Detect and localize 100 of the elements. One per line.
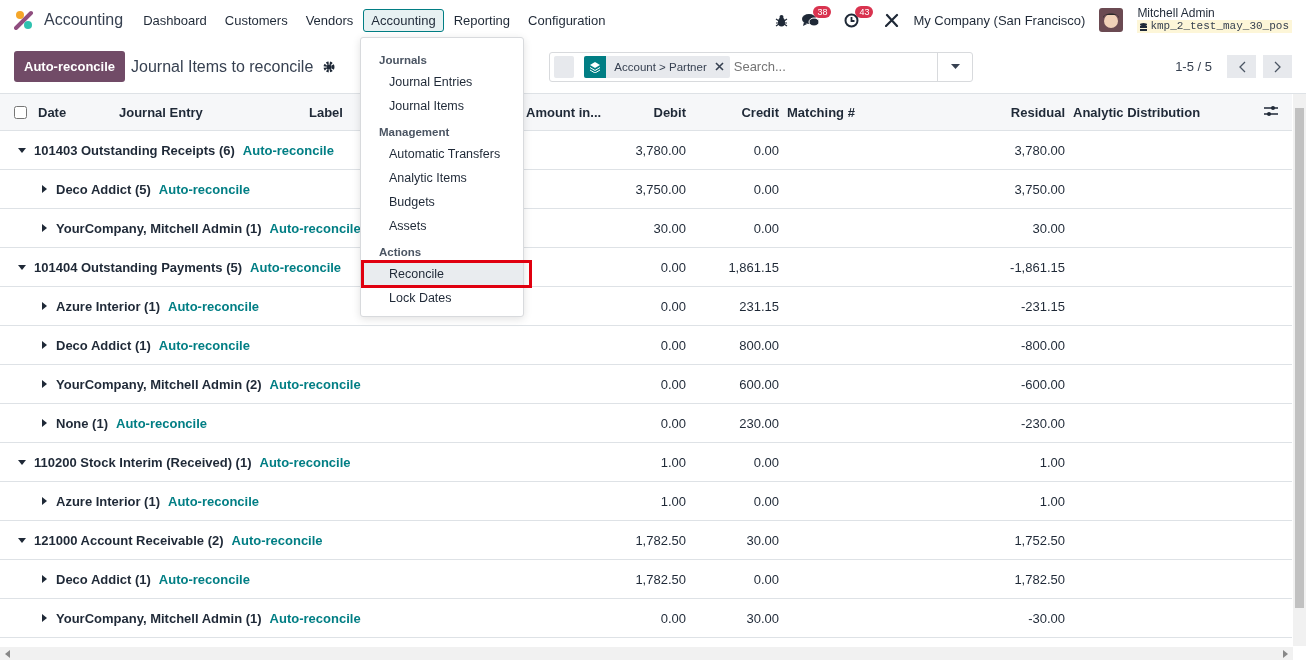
column-header[interactable]: Residual: [979, 104, 1069, 120]
gear-icon[interactable]: [323, 60, 336, 73]
activity-count-badge: 43: [855, 5, 874, 18]
menu-item[interactable]: Journal Entries: [361, 70, 523, 94]
nav-menu-item[interactable]: Reporting: [445, 8, 519, 32]
table-cell-text: 1.00: [1038, 454, 1066, 470]
nav-menu-item[interactable]: Vendors: [297, 8, 362, 32]
group-name[interactable]: None (1): [56, 415, 108, 431]
menu-item[interactable]: Budgets: [361, 190, 523, 214]
menu-item[interactable]: Assets: [361, 214, 523, 238]
table-cell-text: 1.00: [1038, 493, 1066, 509]
group-name[interactable]: Azure Interior (1): [56, 493, 160, 509]
auto-reconcile-link[interactable]: Auto-reconcile: [269, 376, 361, 392]
group-name[interactable]: Deco Addict (5): [56, 181, 151, 197]
chevron-left-icon: [1237, 60, 1246, 73]
group-name[interactable]: 101403 Outstanding Receipts (6): [34, 142, 235, 158]
group-name[interactable]: 101404 Outstanding Payments (5): [34, 259, 243, 275]
nav-menu-item[interactable]: Dashboard: [135, 8, 215, 32]
auto-reconcile-button[interactable]: Auto-reconcile: [14, 51, 125, 82]
table-cell-text: 0.00: [752, 571, 780, 587]
select-all-checkbox[interactable]: [14, 105, 27, 119]
caret-down-icon: [18, 536, 26, 544]
table-cell-text: 0.00: [659, 376, 687, 392]
bug-icon[interactable]: [775, 13, 789, 27]
column-header[interactable]: Credit: [690, 104, 783, 120]
caret-right-icon: [40, 497, 48, 505]
table-cell-text: 0.00: [752, 454, 780, 470]
user-name[interactable]: Mitchell Admin: [1137, 7, 1292, 20]
auto-reconcile-link[interactable]: Auto-reconcile: [168, 298, 260, 314]
app-logo-icon[interactable]: [14, 10, 34, 30]
column-header[interactable]: Date: [34, 104, 115, 120]
auto-reconcile-link[interactable]: Auto-reconcile: [116, 415, 207, 431]
menu-item[interactable]: Analytic Items: [361, 166, 523, 190]
database-name: kmp_2_test_may_30_pos: [1137, 20, 1292, 33]
group-name[interactable]: YourCompany, Mitchell Admin (1): [56, 610, 262, 626]
auto-reconcile-link[interactable]: Auto-reconcile: [269, 610, 361, 626]
group-by-facet[interactable]: Account > Partner: [584, 55, 730, 78]
caret-right-icon: [40, 575, 48, 583]
group-name[interactable]: Deco Addict (1): [56, 571, 151, 587]
pager-value[interactable]: 1-5 / 5: [1175, 59, 1212, 74]
scroll-left-icon[interactable]: [4, 650, 12, 658]
table-cell-text: 230.00: [738, 415, 780, 431]
company-name[interactable]: My Company (San Francisco): [913, 12, 1086, 28]
nav-menu-item[interactable]: Customers: [216, 8, 296, 32]
horizontal-scrollbar[interactable]: [0, 647, 1293, 660]
caret-down-icon: [18, 458, 26, 466]
auto-reconcile-link[interactable]: Auto-reconcile: [158, 571, 250, 587]
group-name[interactable]: Deco Addict (1): [56, 337, 151, 353]
table-cell-text: -1,861.15: [1009, 259, 1066, 275]
group-name[interactable]: 110200 Stock Interim (Received) (1): [34, 454, 252, 470]
group-name[interactable]: 121000 Account Receivable (2): [34, 532, 224, 548]
menu-item[interactable]: Automatic Transfers: [361, 142, 523, 166]
caret-down-icon: [18, 146, 26, 154]
table-cell-text: 0.00: [659, 610, 687, 626]
table-cell-text: 1,782.50: [1013, 571, 1066, 587]
group-name[interactable]: Azure Interior (1): [56, 298, 160, 314]
auto-reconcile-link[interactable]: Auto-reconcile: [231, 532, 323, 548]
table-cell-text: 0.00: [752, 181, 780, 197]
auto-reconcile-link[interactable]: Auto-reconcile: [242, 142, 334, 158]
table-cell-text: 0.00: [659, 259, 687, 275]
vertical-scrollbar[interactable]: [1293, 94, 1306, 646]
group-name[interactable]: YourCompany, Mitchell Admin (2): [56, 376, 262, 392]
menu-item[interactable]: Journal Items: [361, 94, 523, 118]
close-icon[interactable]: [714, 62, 724, 71]
avatar-icon[interactable]: [1099, 8, 1124, 32]
auto-reconcile-link[interactable]: Auto-reconcile: [250, 259, 342, 275]
table-cell-text: 3,750.00: [1013, 181, 1066, 197]
caret-right-icon: [40, 185, 48, 193]
scroll-right-icon[interactable]: [1281, 650, 1289, 658]
column-header[interactable]: Debit: [607, 104, 690, 120]
column-header[interactable]: Amount in...: [522, 104, 607, 120]
table-cell-text: 0.00: [752, 220, 780, 236]
caret-down-icon: [18, 263, 26, 271]
table-cell-text: 30.00: [652, 220, 687, 236]
caret-down-icon[interactable]: [950, 64, 960, 69]
table-cell-text: 0.00: [752, 493, 780, 509]
group-name[interactable]: YourCompany, Mitchell Admin (1): [56, 220, 262, 236]
column-header[interactable]: Analytic Distribution: [1069, 104, 1264, 120]
auto-reconcile-link[interactable]: Auto-reconcile: [269, 220, 361, 236]
table-cell-text: 0.00: [659, 298, 687, 314]
clock-icon[interactable]: [844, 12, 860, 28]
column-header[interactable]: Matching #: [783, 104, 979, 120]
auto-reconcile-link[interactable]: Auto-reconcile: [158, 337, 250, 353]
table-cell-text: 30.00: [745, 532, 780, 548]
database-icon: [1140, 22, 1148, 31]
table-cell-text: 3,750.00: [634, 181, 687, 197]
app-name: Accounting: [44, 11, 124, 29]
auto-reconcile-link[interactable]: Auto-reconcile: [259, 454, 351, 470]
settings-sliders-icon[interactable]: [1264, 104, 1278, 117]
table-cell-text: 1.00: [659, 454, 687, 470]
tools-icon[interactable]: [885, 13, 900, 27]
nav-menu-item[interactable]: Configuration: [520, 8, 614, 32]
table-cell-text: -231.15: [1019, 298, 1066, 314]
menu-item[interactable]: Lock Dates: [361, 286, 523, 310]
table-cell-text: 600.00: [738, 376, 780, 392]
search-field[interactable]: Account > Partner Search...: [549, 51, 974, 82]
column-header[interactable]: Journal Entry: [115, 104, 305, 120]
auto-reconcile-link[interactable]: Auto-reconcile: [158, 181, 250, 197]
nav-menu-item[interactable]: Accounting: [363, 8, 444, 32]
auto-reconcile-link[interactable]: Auto-reconcile: [168, 493, 260, 509]
